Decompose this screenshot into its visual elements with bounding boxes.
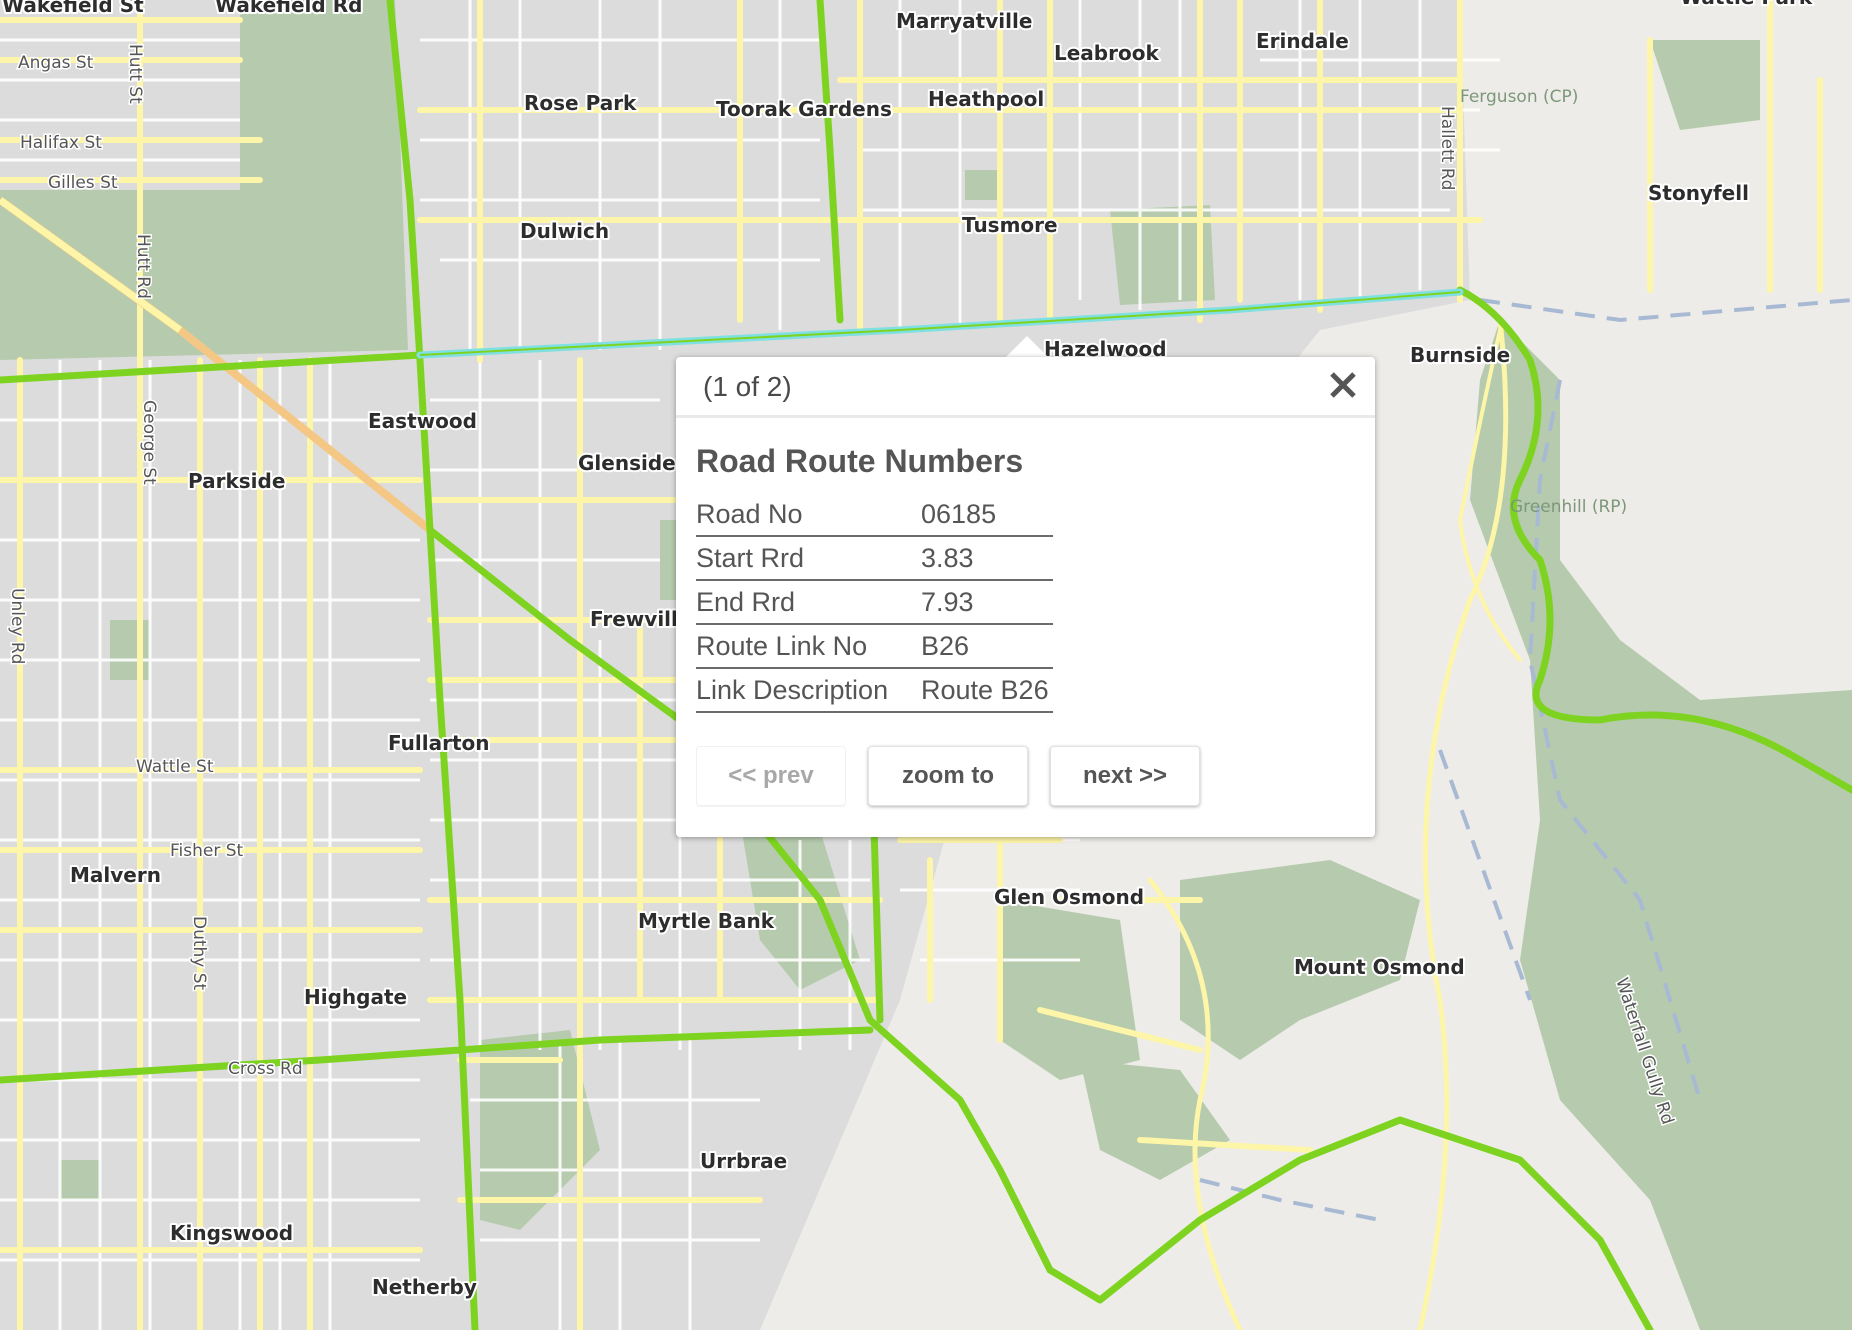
label-hutt-rd: Hutt Rd: [133, 234, 153, 299]
attr-key: Link Description: [696, 668, 921, 713]
label-parkside: Parkside: [188, 469, 285, 493]
label-duthy-st: Duthy St: [189, 916, 209, 991]
label-malvern: Malvern: [70, 863, 161, 887]
popup-layer-title: Road Route Numbers: [696, 443, 1024, 479]
table-row: Road No 06185: [696, 493, 1053, 537]
table-row: Link Description Route B26: [696, 668, 1053, 713]
label-heathpool: Heathpool: [928, 87, 1044, 111]
table-row: End Rrd 7.93: [696, 580, 1053, 625]
popup-pointer: [1005, 336, 1049, 358]
label-highgate: Highgate: [304, 985, 407, 1009]
popup-feature-count: (1 of 2): [703, 371, 792, 402]
attr-value: Route B26: [921, 668, 1053, 713]
prev-button[interactable]: << prev: [696, 746, 846, 806]
label-marryatville: Marryatville: [896, 9, 1032, 33]
next-button[interactable]: next >>: [1050, 746, 1200, 806]
attr-key: Start Rrd: [696, 536, 921, 581]
attr-value: 3.83: [921, 536, 1053, 581]
label-angas-st: Angas St: [18, 53, 94, 73]
attr-value: B26: [921, 624, 1053, 669]
label-fisher-st: Fisher St: [170, 841, 244, 861]
label-leabrook: Leabrook: [1054, 41, 1159, 65]
zoom-to-button[interactable]: zoom to: [868, 746, 1028, 806]
label-stonyfell: Stonyfell: [1648, 181, 1749, 205]
label-kingswood: Kingswood: [170, 1221, 293, 1245]
label-fullarton: Fullarton: [388, 731, 490, 755]
label-tusmore: Tusmore: [962, 213, 1058, 237]
label-myrtle-bank: Myrtle Bank: [638, 909, 775, 933]
label-erindale: Erindale: [1256, 29, 1349, 53]
label-ferguson: Ferguson (CP): [1460, 87, 1578, 107]
label-wattle-st: Wattle St: [136, 757, 214, 777]
attr-key: Road No: [696, 493, 921, 537]
close-icon[interactable]: [1325, 367, 1361, 403]
label-dulwich: Dulwich: [520, 219, 609, 243]
label-rose-park: Rose Park: [524, 91, 637, 115]
table-row: Route Link No B26: [696, 624, 1053, 669]
attr-value: 7.93: [921, 580, 1053, 625]
label-gilles-st: Gilles St: [48, 173, 118, 193]
label-greenhill: Greenhill (RP): [1510, 497, 1627, 517]
label-burnside: Burnside: [1410, 343, 1510, 367]
label-wakefield-rd: Wakefield Rd: [215, 0, 362, 17]
attr-key: End Rrd: [696, 580, 921, 625]
table-row: Start Rrd 3.83: [696, 536, 1053, 581]
label-cross-rd: Cross Rd: [228, 1059, 303, 1079]
popup-header: (1 of 2): [676, 357, 1375, 418]
label-mount-osmond: Mount Osmond: [1294, 955, 1465, 979]
label-urrbrae: Urrbrae: [700, 1149, 787, 1173]
label-wakefield-st: Wakefield St: [2, 0, 144, 17]
label-eastwood: Eastwood: [368, 409, 477, 433]
info-popup: (1 of 2) Road Route Numbers Road No 06185…: [676, 357, 1375, 837]
label-wattle-park: Wattle Park: [1680, 0, 1813, 9]
attr-key: Route Link No: [696, 624, 921, 669]
label-glen-osmond: Glen Osmond: [994, 885, 1144, 909]
label-hallett-rd: Hallett Rd: [1437, 106, 1457, 190]
label-unley-rd: Unley Rd: [7, 588, 27, 664]
label-halifax-st: Halifax St: [20, 133, 102, 153]
label-george-st: George St: [139, 400, 159, 485]
label-glenside: Glenside: [578, 451, 676, 475]
label-netherby: Netherby: [372, 1275, 477, 1299]
label-toorak-gardens: Toorak Gardens: [716, 97, 892, 121]
label-hutt-st: Hutt St: [125, 44, 145, 104]
attr-value: 06185: [921, 493, 1053, 537]
attribute-table: Road No 06185 Start Rrd 3.83 End Rrd 7.93 R…: [696, 493, 1053, 713]
